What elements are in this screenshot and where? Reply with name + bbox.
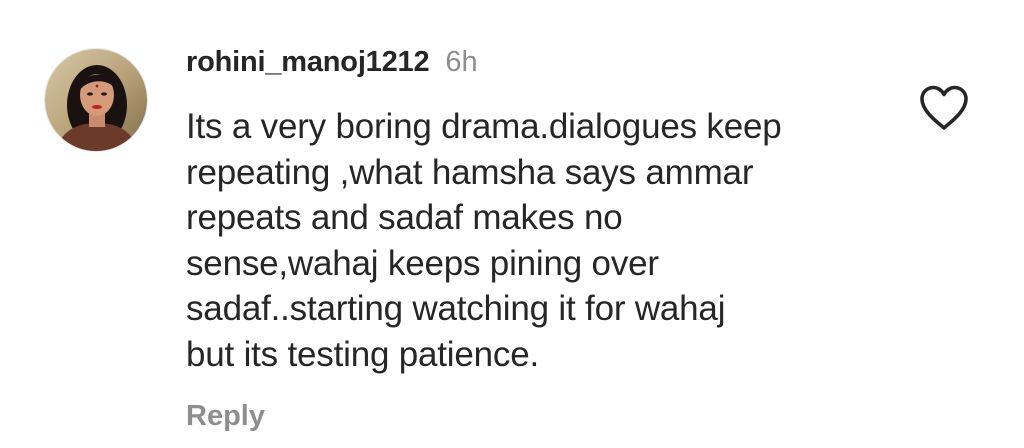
comment-text-line: but its testing patience.: [186, 334, 539, 374]
comment-text-line: sadaf..starting watching it for wahaj: [186, 289, 726, 328]
comment-header: rohini_manoj1212 6h: [186, 46, 478, 86]
comment-text: Its a very boring drama.dialogues keep r…: [186, 104, 886, 377]
comment-text-line: repeating ,what hamsha says ammar: [186, 152, 754, 192]
username-link[interactable]: rohini_manoj1212: [186, 46, 430, 79]
timestamp[interactable]: 6h: [445, 46, 477, 79]
comment-text-line: sense,wahaj keeps pining over: [186, 243, 659, 283]
like-button[interactable]: [918, 84, 970, 132]
profile-photo-image: [45, 49, 147, 151]
comment-item: rohini_manoj1212 6h Its a very boring dr…: [0, 0, 1024, 448]
heart-outline-icon: [920, 85, 968, 130]
comment-text-line: Its a very boring drama.dialogues keep: [186, 107, 782, 146]
comment-text-line: repeats and sadaf makes no: [186, 198, 623, 237]
avatar[interactable]: [44, 48, 148, 152]
reply-button[interactable]: Reply: [186, 400, 265, 433]
